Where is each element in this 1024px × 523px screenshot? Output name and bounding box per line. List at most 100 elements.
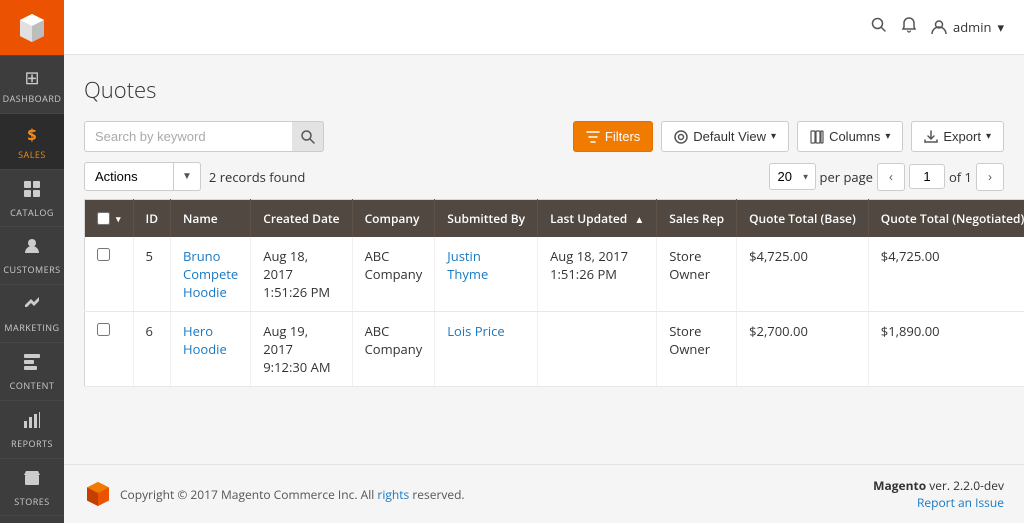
stores-icon [23, 469, 41, 493]
search-button[interactable] [292, 121, 324, 152]
sidebar-item-marketing-label: MARKETING [4, 323, 59, 334]
sidebar-item-content-label: CONTENT [10, 381, 55, 392]
sidebar-item-marketing[interactable]: MARKETING [0, 284, 64, 342]
row-checkbox[interactable] [97, 248, 110, 261]
table-header: ▾ ID Name Created Date Company Submitted… [85, 200, 1024, 238]
export-label: Export [943, 129, 981, 144]
export-button[interactable]: Export ▾ [911, 121, 1004, 152]
filters-button[interactable]: Filters [573, 121, 653, 152]
table-row: 6 Hero Hoodie Aug 19, 2017 9:12:30 AM AB… [85, 312, 1024, 387]
row-submitted-by: Lois Price [435, 312, 538, 387]
sidebar-item-sales-label: SALES [18, 150, 46, 161]
th-company: Company [352, 200, 435, 238]
th-last-updated[interactable]: Last Updated ▲ [538, 200, 657, 238]
sidebar-item-stores[interactable]: STORES [0, 458, 64, 516]
default-view-arrow: ▾ [771, 131, 776, 142]
dashboard-icon: ⊞ [24, 66, 39, 90]
catalog-icon [23, 180, 41, 204]
row-submitted-by: Justin Thyme [435, 237, 538, 312]
per-page-label: per page [820, 168, 873, 186]
rights-link[interactable]: rights [377, 486, 409, 503]
sidebar-item-reports-label: REPORTS [11, 439, 53, 450]
row-checkbox[interactable] [97, 323, 110, 336]
per-page-select-wrap: 20 [769, 163, 816, 190]
page-header: Quotes [84, 75, 1004, 105]
row-quote-total-negotiated: $1,890.00 [868, 312, 1024, 387]
magento-version: Magento ver. 2.2.0-dev [873, 477, 1004, 494]
th-checkbox: ▾ [85, 200, 134, 238]
pagination-next-button[interactable]: › [976, 163, 1004, 191]
page-total-label: of 1 [949, 168, 972, 186]
row-last-updated: Aug 18, 2017 1:51:26 PM [538, 237, 657, 312]
sales-icon: $ [27, 124, 36, 146]
toolbar-right: Filters Default View ▾ Columns ▾ Export … [573, 121, 1004, 152]
row-name-link[interactable]: Bruno Compete Hoodie [183, 247, 238, 301]
sidebar-item-catalog-label: CATALOG [10, 208, 54, 219]
actions-select-wrap: Actions ▼ [84, 162, 201, 191]
main-area: admin ▾ Quotes Filters [64, 0, 1024, 523]
table-header-row: ▾ ID Name Created Date Company Submitted… [85, 200, 1024, 238]
customers-icon [23, 237, 41, 261]
row-quote-total-base: $4,725.00 [737, 237, 869, 312]
notification-icon[interactable] [901, 16, 917, 38]
sidebar-item-content[interactable]: CONTENT [0, 342, 64, 400]
admin-label: admin [953, 18, 991, 36]
sidebar-logo[interactable] [0, 0, 64, 55]
topbar: admin ▾ [64, 0, 1024, 55]
row-id: 5 [133, 237, 170, 312]
sidebar-item-reports[interactable]: REPORTS [0, 400, 64, 458]
sort-icon-last-updated: ▲ [634, 212, 644, 226]
page-title: Quotes [84, 75, 1004, 105]
row-quote-total-negotiated: $4,725.00 [868, 237, 1024, 312]
content-icon [23, 353, 41, 377]
toolbar-left [84, 121, 324, 152]
actions-arrow-button[interactable]: ▼ [174, 162, 201, 191]
report-issue-link[interactable]: Report an Issue [873, 494, 1004, 511]
sidebar-item-stores-label: STORES [14, 497, 49, 508]
row-created-date: Aug 19, 2017 9:12:30 AM [251, 312, 352, 387]
row-name-link[interactable]: Hero Hoodie [183, 322, 227, 358]
user-dropdown-icon: ▾ [997, 18, 1004, 36]
row-sales-rep: Store Owner [657, 312, 737, 387]
sidebar-item-sales[interactable]: $ SALES [0, 113, 64, 169]
columns-label: Columns [829, 129, 880, 144]
records-left: Actions ▼ 2 records found [84, 162, 305, 191]
sidebar: ⊞ DASHBOARD $ SALES CATALOG CUSTOMERS MA… [0, 0, 64, 523]
search-input[interactable] [84, 121, 324, 152]
select-all-checkbox[interactable] [97, 212, 110, 225]
row-checkbox-cell [85, 237, 134, 312]
select-all-arrow[interactable]: ▾ [116, 212, 121, 225]
search-box [84, 121, 324, 152]
sidebar-item-dashboard-label: DASHBOARD [3, 94, 62, 105]
row-quote-total-base: $2,700.00 [737, 312, 869, 387]
export-arrow: ▾ [986, 131, 991, 142]
per-page-select[interactable]: 20 [769, 163, 816, 190]
row-company: ABC Company [352, 312, 435, 387]
th-name: Name [171, 200, 251, 238]
sidebar-item-system[interactable]: SYSTEM [0, 515, 64, 523]
th-id: ID [133, 200, 170, 238]
pagination-prev-button[interactable]: ‹ [877, 163, 905, 191]
columns-button[interactable]: Columns ▾ [797, 121, 903, 152]
sidebar-item-dashboard[interactable]: ⊞ DASHBOARD [0, 55, 64, 113]
row-submitted-by-link[interactable]: Justin Thyme [447, 247, 488, 283]
copyright-text: Copyright © 2017 Magento Commerce Inc. A… [120, 486, 465, 503]
marketing-icon [23, 295, 41, 319]
default-view-label: Default View [693, 129, 766, 144]
row-submitted-by-link[interactable]: Lois Price [447, 322, 504, 340]
page-number-input[interactable] [909, 164, 945, 189]
th-quote-total-negotiated: Quote Total (Negotiated) [868, 200, 1024, 238]
footer: Copyright © 2017 Magento Commerce Inc. A… [64, 464, 1024, 523]
th-sales-rep: Sales Rep [657, 200, 737, 238]
actions-select[interactable]: Actions [84, 162, 174, 191]
sidebar-item-customers[interactable]: CUSTOMERS [0, 226, 64, 284]
search-icon[interactable] [871, 16, 887, 38]
row-checkbox-cell [85, 312, 134, 387]
default-view-button[interactable]: Default View ▾ [661, 121, 789, 152]
row-name: Bruno Compete Hoodie [171, 237, 251, 312]
sidebar-item-catalog[interactable]: CATALOG [0, 169, 64, 227]
row-sales-rep: Store Owner [657, 237, 737, 312]
sidebar-item-customers-label: CUSTOMERS [3, 265, 60, 276]
user-menu[interactable]: admin ▾ [931, 18, 1004, 36]
th-quote-total-base: Quote Total (Base) [737, 200, 869, 238]
